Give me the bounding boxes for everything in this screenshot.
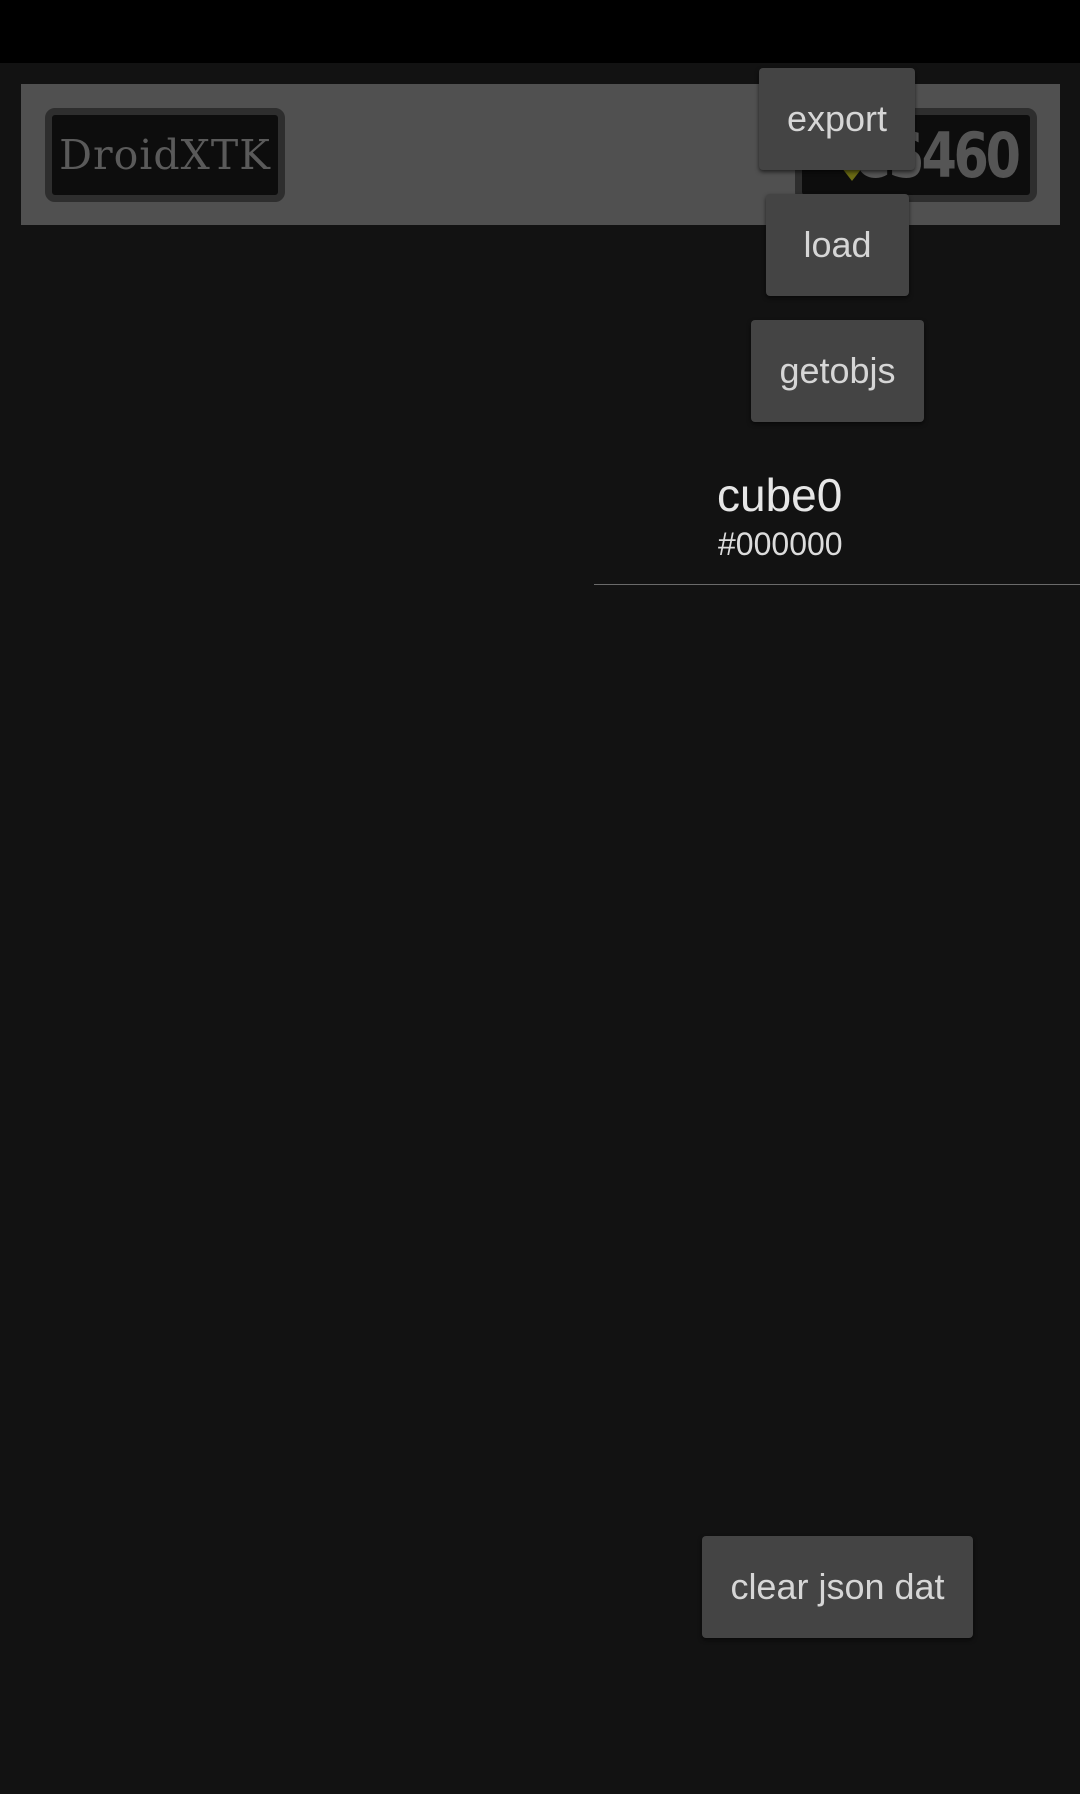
getobjs-button[interactable]: getobjs <box>751 320 924 422</box>
status-bar <box>0 0 1080 63</box>
object-list: cube0 #000000 <box>594 458 1080 585</box>
droidxtk-logo-text: DroidXTK <box>59 131 271 179</box>
object-color-value: #000000 <box>718 526 843 562</box>
clear-json-data-button[interactable]: clear json dat <box>702 1536 973 1638</box>
export-button[interactable]: export <box>759 68 915 170</box>
load-button[interactable]: load <box>766 194 909 296</box>
object-name: cube0 <box>717 469 843 521</box>
droidxtk-logo: DroidXTK <box>45 108 285 202</box>
